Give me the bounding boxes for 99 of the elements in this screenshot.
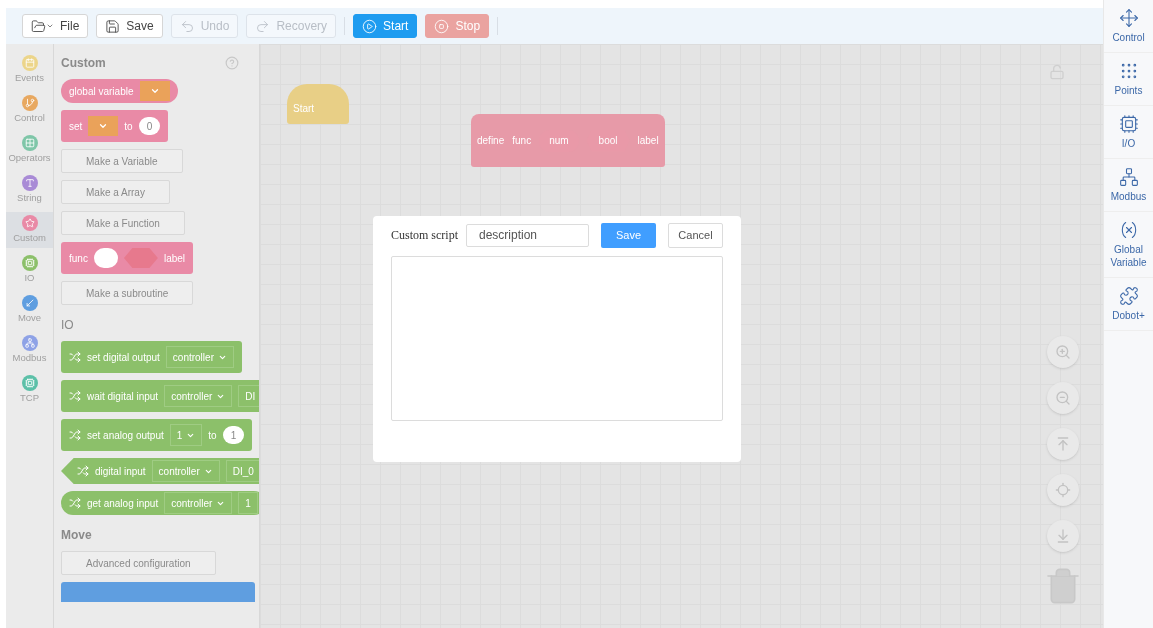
code-block[interactable]: wait digital input controller DI — [61, 380, 259, 412]
shuffle-icon — [77, 465, 89, 477]
panel-item[interactable]: Dobot+ — [1104, 278, 1153, 331]
panel-item[interactable]: Global Variable — [1104, 212, 1153, 278]
code-block[interactable]: set to 0 — [61, 110, 169, 142]
cancel-button[interactable]: Cancel — [667, 222, 723, 248]
help-icon — [225, 56, 239, 70]
dialog-label: Custom script — [391, 227, 458, 244]
crosshair-button[interactable] — [1047, 474, 1079, 506]
network-icon — [1118, 167, 1139, 187]
block-text: set analog output — [87, 428, 164, 443]
category-item[interactable]: TCP — [6, 372, 53, 408]
category-item[interactable]: Move — [6, 292, 53, 328]
shuffle-icon — [69, 351, 81, 363]
category-item[interactable]: IO — [6, 252, 53, 288]
block-text: to — [124, 119, 133, 134]
shuffle-icon — [69, 429, 81, 441]
block-dropdown[interactable]: controller — [151, 460, 220, 482]
dropdown-value: controller — [171, 496, 213, 511]
code-block[interactable]: set analog output 1 to 1 — [61, 419, 253, 451]
zoom-in-button[interactable] — [1047, 336, 1079, 368]
dropdown-value: 1 — [176, 428, 183, 443]
start-button[interactable]: Start — [353, 14, 418, 38]
folder-icon — [31, 18, 46, 34]
caret-icon — [46, 22, 54, 30]
block-text: global variable — [69, 84, 134, 99]
block-dropdown[interactable]: controller — [164, 385, 233, 407]
panel-item[interactable]: Modbus — [1104, 159, 1153, 212]
block-text: wait digital input — [87, 389, 159, 404]
number-field[interactable]: 0 — [138, 117, 161, 135]
block-dropdown[interactable]: controller — [164, 492, 233, 514]
code-block[interactable]: get analog input controller 1 — [61, 491, 259, 515]
variable-dropdown[interactable] — [88, 116, 119, 136]
shuffle-icon — [69, 497, 81, 509]
code-block[interactable]: func label — [61, 242, 194, 274]
block-text: label — [163, 251, 186, 266]
block-text: get analog input — [87, 496, 159, 511]
code-block[interactable]: digital input controller DI_0 — [61, 458, 259, 484]
crosshair-icon — [1055, 482, 1071, 498]
dropdown-value: controller — [171, 389, 213, 404]
category-item[interactable]: Control — [6, 92, 53, 128]
category-item[interactable]: Events — [6, 52, 53, 88]
block-text: label — [637, 134, 659, 148]
zoom-out-icon — [1055, 390, 1071, 406]
stop-icon — [434, 18, 450, 34]
dropdown-value: controller — [158, 464, 200, 479]
stop-button[interactable]: Stop — [425, 14, 490, 38]
category-item[interactable]: Modbus — [6, 332, 53, 368]
block-text: define — [477, 134, 505, 148]
category-item[interactable]: Custom — [6, 212, 53, 248]
play-icon — [362, 18, 378, 34]
undo-icon — [179, 18, 195, 34]
palette-button[interactable]: Make a Array — [61, 180, 170, 204]
script-textarea[interactable] — [391, 256, 723, 421]
panel-item[interactable]: Points — [1104, 53, 1153, 106]
panel-item[interactable]: Control — [1104, 0, 1153, 53]
section-heading: Custom — [61, 55, 106, 72]
zoom-out-button[interactable] — [1047, 382, 1079, 414]
shuffle-icon — [69, 390, 81, 402]
caret-icon — [149, 86, 160, 96]
block-text: set — [69, 119, 83, 134]
number-field[interactable]: 1 — [222, 426, 245, 444]
block-text: func — [69, 251, 88, 266]
puzzle-icon — [1118, 286, 1139, 306]
block-dropdown[interactable]: controller — [165, 346, 234, 368]
palette-button[interactable]: Make a Variable — [61, 149, 183, 173]
panel-item[interactable]: I/O — [1104, 106, 1153, 159]
zoom-in-icon — [1055, 344, 1071, 360]
block-text: digital input — [95, 464, 146, 479]
hexagon-slot — [123, 248, 158, 268]
section-heading: Move — [61, 527, 92, 544]
block-dropdown[interactable]: 1 — [169, 424, 203, 446]
block-text: to — [208, 428, 217, 443]
variable-dropdown[interactable] — [139, 81, 170, 101]
save-button[interactable]: Save — [96, 14, 163, 38]
oval-slot — [93, 248, 118, 268]
caret-icon — [98, 121, 109, 131]
block-field[interactable]: 1 — [238, 492, 258, 514]
palette-button[interactable]: Advanced configuration — [61, 551, 216, 575]
download-button[interactable] — [1047, 520, 1079, 552]
start-block: Start — [287, 84, 349, 124]
description-input[interactable]: description — [466, 223, 589, 247]
save-button[interactable]: Save — [601, 222, 656, 248]
download-icon — [1055, 528, 1071, 544]
file-button[interactable]: File — [22, 14, 89, 38]
palette-button[interactable]: Make a subroutine — [61, 281, 194, 305]
arrow-to-top-button[interactable] — [1047, 428, 1079, 460]
section-heading: IO — [61, 317, 74, 334]
block-text: set digital output — [87, 350, 160, 365]
palette-button[interactable]: Make a Function — [61, 211, 185, 235]
chip-icon — [1118, 114, 1139, 134]
block-text: func — [512, 134, 532, 148]
category-item[interactable]: String — [6, 172, 53, 208]
redo-icon — [255, 18, 271, 34]
category-item[interactable]: Operators — [6, 132, 53, 168]
code-block[interactable]: global variable — [61, 79, 178, 103]
dropdown-value: controller — [172, 350, 214, 365]
arrow-to-top-icon — [1055, 436, 1071, 452]
code-block[interactable]: set digital output controller — [61, 341, 242, 373]
